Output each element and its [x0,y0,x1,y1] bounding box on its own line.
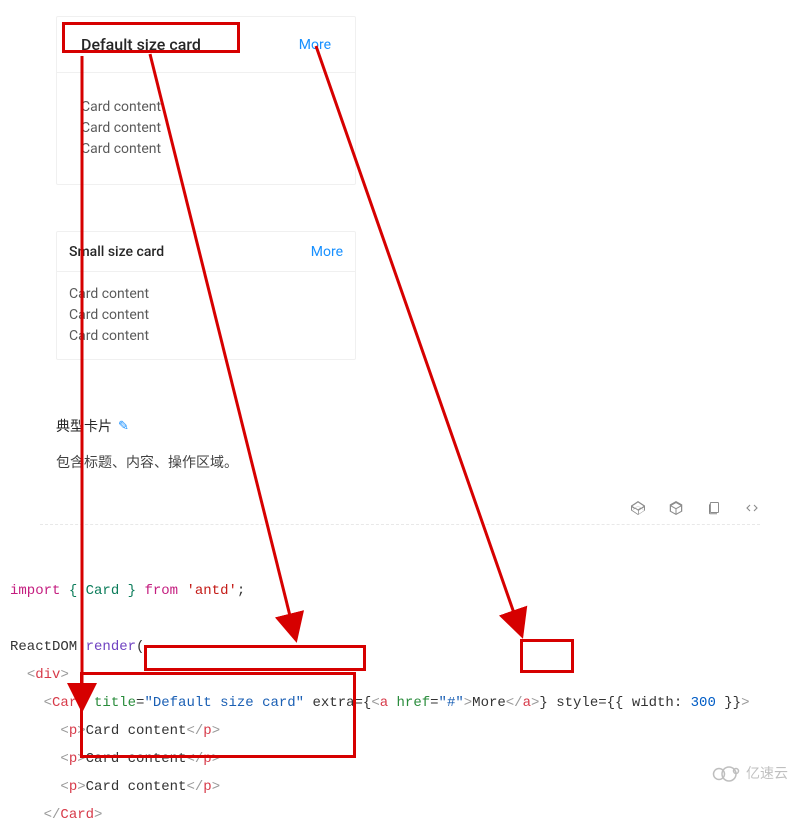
codesandbox-icon[interactable] [668,500,684,516]
card-title: Default size card [81,35,299,54]
doc-description: 包含标题、内容、操作区域。 [56,452,760,472]
code-token: { Card } [69,583,136,599]
card-content-line: Card content [69,326,343,347]
card-body: Card content Card content Card content [57,272,355,359]
card-content-line: Card content [81,139,331,160]
code-token: from [144,583,178,599]
code-block: import { Card } from 'antd'; ReactDOM.re… [0,525,800,829]
doc-section: 典型卡片 ✎ 包含标题、内容、操作区域。 [56,416,760,472]
card-head: Small size card More [57,232,355,272]
code-token: 'antd' [186,583,236,599]
code-token: .render [77,639,136,655]
card-default: Default size card More Card content Card… [56,16,356,185]
card-head: Default size card More [57,17,355,73]
card-extra-link[interactable]: More [311,244,343,260]
copy-icon[interactable] [706,500,722,516]
card-content-line: Card content [69,284,343,305]
code-token: import [10,583,60,599]
edit-icon[interactable]: ✎ [118,419,129,434]
codepen-icon[interactable] [630,500,646,516]
card-body: Card content Card content Card content [57,73,355,184]
card-content-line: Card content [81,97,331,118]
code-toolbar [56,500,760,516]
code-icon[interactable] [744,500,760,516]
card-content-line: Card content [81,118,331,139]
card-title: Small size card [69,244,311,260]
doc-title: 典型卡片 [56,416,112,436]
card-content-line: Card content [69,305,343,326]
code-token: ReactDOM [10,639,77,655]
card-small: Small size card More Card content Card c… [56,231,356,360]
card-extra-link[interactable]: More [299,37,331,53]
